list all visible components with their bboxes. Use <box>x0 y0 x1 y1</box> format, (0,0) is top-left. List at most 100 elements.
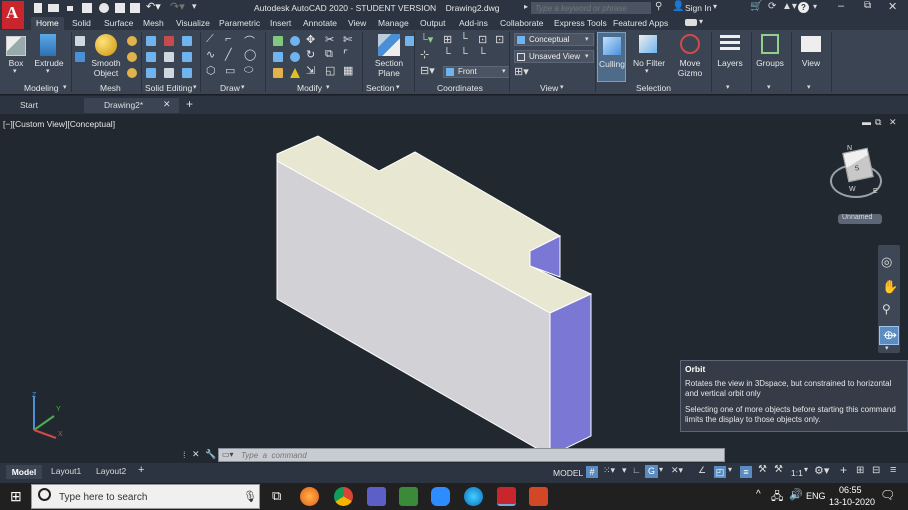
ucs-origin-icon[interactable]: └ <box>460 33 468 45</box>
move-icon[interactable]: ✥ <box>306 33 315 46</box>
grid-icon[interactable]: # <box>586 466 598 478</box>
panel-label-view[interactable]: View <box>540 83 558 93</box>
visual-style-dropdown-icon[interactable]: ▾ <box>585 35 589 43</box>
object-snap-tracking-icon[interactable]: ◰ <box>714 466 726 478</box>
line-icon[interactable]: ⟋ <box>206 33 214 46</box>
ucs-named-icon[interactable]: ⊹ <box>420 48 429 61</box>
tab-solid[interactable]: Solid <box>67 17 96 30</box>
language-indicator[interactable]: ENG <box>806 491 826 501</box>
scissors-icon[interactable]: ✄ <box>343 33 352 46</box>
spline-icon[interactable]: ∿ <box>206 48 215 61</box>
3d-rotate-icon[interactable] <box>290 36 300 46</box>
microphone-icon[interactable]: 🎙 <box>243 490 257 503</box>
save-icon[interactable] <box>65 3 75 13</box>
solid-side-face[interactable] <box>549 293 592 457</box>
mirror-3d-icon[interactable] <box>290 52 300 62</box>
edge-icon[interactable] <box>464 487 483 506</box>
open-file-icon[interactable] <box>48 4 59 12</box>
tab-output[interactable]: Output <box>415 17 451 30</box>
clock-time[interactable]: 06:55 <box>839 485 862 495</box>
workspace-gear-icon[interactable]: ⚙▾ <box>814 464 829 477</box>
mesh-smooth-more-icon[interactable] <box>127 36 137 46</box>
tab-featured-apps[interactable]: Featured Apps <box>608 17 673 30</box>
layers-button[interactable]: Layers <box>714 58 746 68</box>
tray-expand-icon[interactable]: ^ <box>756 489 761 500</box>
tab-mesh[interactable]: Mesh <box>138 17 169 30</box>
warning-icon[interactable] <box>290 68 300 78</box>
panel-label-modeling[interactable]: Modeling <box>24 83 59 93</box>
fillet-icon[interactable]: ⌜ <box>343 48 348 61</box>
polar-icon[interactable]: G <box>645 465 658 478</box>
powerpoint-icon[interactable] <box>529 487 548 506</box>
snap-icon[interactable]: ⁙▾ <box>603 465 615 476</box>
command-grip-icon[interactable]: ⁞ <box>183 450 186 460</box>
polygon-icon[interactable]: ⬡ <box>206 64 216 77</box>
extrude-dropdown-icon[interactable]: ▾ <box>46 67 50 75</box>
annotation-visibility-icon[interactable]: ⚒ <box>758 464 767 475</box>
ellipse-icon[interactable]: ⬭ <box>244 64 253 77</box>
compass-north[interactable]: N <box>847 145 852 152</box>
visual-style-select[interactable]: Conceptual ▾ <box>514 33 594 46</box>
solid-editing-expand-icon[interactable]: ▾ <box>193 83 197 91</box>
close-icon[interactable]: ✕ <box>888 0 897 13</box>
sign-in-button[interactable]: Sign In <box>685 3 711 13</box>
imprint-icon[interactable] <box>182 52 192 62</box>
view-button[interactable]: View <box>795 58 827 68</box>
drawing-viewport[interactable]: [−][Custom View][Conceptual] ▬ ⧉ ✕ S N W… <box>0 114 908 463</box>
task-view-icon[interactable]: ⧉ <box>272 488 281 504</box>
binoculars-icon[interactable]: ⚲ <box>655 1 662 12</box>
plot-icon[interactable] <box>130 3 140 13</box>
volume-icon[interactable]: 🔊 <box>789 488 803 501</box>
command-input[interactable] <box>241 449 721 461</box>
model-space-button[interactable]: MODEL <box>553 467 583 479</box>
help-dropdown-icon[interactable]: ▾ <box>813 2 817 11</box>
compass-east[interactable]: E <box>873 188 878 195</box>
navbar-dropdown-icon[interactable]: ▾ <box>885 344 889 352</box>
ucs-view-icon[interactable]: └ <box>478 48 486 60</box>
no-filter-button[interactable]: No Filter <box>630 58 668 68</box>
groups-dropdown-icon[interactable]: ▾ <box>767 83 771 91</box>
culling-button[interactable]: Culling <box>597 32 626 82</box>
clock-date[interactable]: 13-10-2020 <box>829 497 875 507</box>
move-gizmo-button[interactable]: Move Gizmo <box>672 58 708 78</box>
viewcube-box[interactable]: S <box>842 147 874 183</box>
modeling-expand-icon[interactable]: ▾ <box>63 83 67 91</box>
compass-west[interactable]: W <box>849 186 856 193</box>
orbit-button[interactable]: ⟴ <box>879 326 899 345</box>
arc-icon[interactable]: ⌒ <box>244 33 255 49</box>
subtract-icon[interactable] <box>146 52 156 62</box>
layout-tab-layout2[interactable]: Layout2 <box>96 466 126 476</box>
a360-icon[interactable]: ▲▾ <box>782 1 797 12</box>
network-icon[interactable]: 🖧 <box>771 488 783 507</box>
panel-label-selection[interactable]: Selection <box>636 83 671 93</box>
copy-icon[interactable]: ⧉ <box>325 48 333 61</box>
lineweight-icon[interactable]: ≡ <box>740 466 752 478</box>
thicken-icon[interactable] <box>164 68 174 78</box>
no-filter-dropdown-icon[interactable]: ▾ <box>645 67 649 75</box>
command-line[interactable]: ▭▾ <box>218 448 725 462</box>
view-dropdown-icon[interactable]: ▾ <box>807 83 811 91</box>
intersect-icon[interactable] <box>146 68 156 78</box>
annotation-scale-dropdown-icon[interactable]: ▾ <box>804 465 808 474</box>
search-expand-icon[interactable]: ▸ <box>524 2 528 11</box>
tab-manage[interactable]: Manage <box>373 17 414 30</box>
ucs-x-icon[interactable]: └ <box>443 48 451 60</box>
ucs-z-icon[interactable]: ⊡ <box>495 33 504 46</box>
firefox-icon[interactable] <box>300 487 319 506</box>
polysolid-icon[interactable] <box>75 36 85 46</box>
named-view-dropdown-icon[interactable]: ▾ <box>585 52 589 60</box>
viewport-config-icon[interactable]: ⊞▾ <box>514 65 529 78</box>
undo-icon[interactable]: ↶▾ <box>146 0 161 13</box>
autocad-taskbar-icon[interactable] <box>497 487 516 506</box>
app-logo[interactable]: A <box>2 1 24 29</box>
layout-tab-layout1[interactable]: Layout1 <box>51 466 81 476</box>
zoom-extents-icon[interactable]: ⚲ <box>882 302 891 316</box>
cart-icon[interactable]: 🛒 <box>750 1 762 12</box>
tab-add-ins[interactable]: Add-ins <box>454 17 493 30</box>
osnap-dropdown-icon[interactable]: ▾ <box>728 465 732 474</box>
ribbon-toggle-dropdown-icon[interactable]: ▾ <box>699 17 703 26</box>
help-search-input[interactable] <box>531 2 651 14</box>
command-customize-icon[interactable]: 🔧 <box>205 449 216 460</box>
add-layout-icon[interactable]: + <box>138 464 144 476</box>
sign-in-dropdown-icon[interactable]: ▾ <box>713 2 717 11</box>
